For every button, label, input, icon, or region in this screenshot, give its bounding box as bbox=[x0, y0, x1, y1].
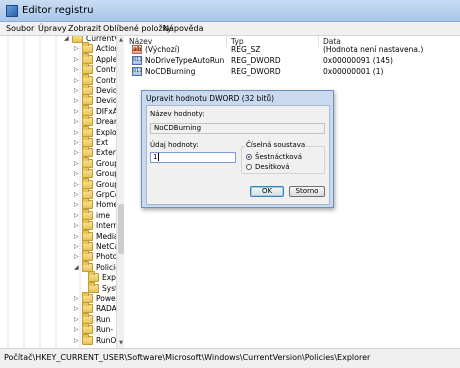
collapsed-arrow-icon[interactable]: ▷ bbox=[74, 149, 80, 156]
menu-upravy[interactable]: Úpravy bbox=[38, 24, 67, 33]
collapsed-arrow-icon[interactable]: ▷ bbox=[74, 233, 80, 240]
folder-icon bbox=[88, 281, 99, 293]
tree-item[interactable]: ▷ RunOn bbox=[0, 333, 123, 347]
tree-item-label: Run bbox=[96, 314, 111, 324]
title-bar: Editor registru bbox=[0, 0, 460, 22]
value-data-input[interactable]: 1 bbox=[150, 152, 236, 163]
collapsed-arrow-icon[interactable]: ▷ bbox=[74, 181, 80, 188]
collapsed-arrow-icon[interactable]: ▷ bbox=[74, 326, 80, 333]
collapsed-arrow-icon[interactable]: ▷ bbox=[74, 66, 80, 73]
scroll-up-arrow-icon[interactable]: ▲ bbox=[118, 37, 124, 44]
collapsed-arrow-icon[interactable]: ▷ bbox=[74, 253, 80, 260]
dialog-title: Upravit hodnotu DWORD (32 bitů) bbox=[146, 94, 275, 103]
collapsed-arrow-icon[interactable]: ▷ bbox=[74, 45, 80, 52]
collapsed-arrow-icon[interactable]: ▷ bbox=[74, 243, 80, 250]
tree-item-label: Ext bbox=[96, 138, 109, 147]
folder-icon bbox=[82, 323, 93, 335]
radio-decimal-label[interactable]: Desítková bbox=[255, 163, 290, 171]
collapsed-arrow-icon[interactable]: ▷ bbox=[74, 118, 80, 125]
folder-icon bbox=[82, 63, 93, 75]
menu-napoveda[interactable]: Nápověda bbox=[163, 24, 204, 33]
tree-item-label: ime bbox=[96, 210, 111, 220]
value-name: NoCDBurning bbox=[145, 67, 196, 76]
collapsed-arrow-icon[interactable] bbox=[80, 285, 86, 292]
collapsed-arrow-icon[interactable]: ▷ bbox=[74, 295, 80, 302]
menu-soubor[interactable]: Soubor bbox=[6, 24, 34, 33]
dialog-body: Název hodnoty: NoCDBurning Údaj hodnoty:… bbox=[146, 105, 330, 205]
collapsed-arrow-icon[interactable]: ▷ bbox=[74, 170, 80, 177]
tree-item-label: Exp bbox=[102, 273, 116, 283]
collapsed-arrow-icon[interactable]: ▷ bbox=[74, 191, 80, 198]
folder-icon bbox=[88, 271, 99, 283]
text-caret bbox=[158, 153, 160, 161]
collapsed-arrow-icon[interactable]: ▷ bbox=[74, 337, 80, 344]
value-type: REG_DWORD bbox=[231, 67, 281, 76]
value-name: NoDriveTypeAutoRun bbox=[145, 56, 225, 65]
value-data: 0x00000091 (145) bbox=[323, 56, 393, 65]
tree-item-label: Run- bbox=[96, 325, 114, 335]
menu-bar: Soubor Úpravy Zobrazit Oblíbené položky … bbox=[0, 22, 460, 36]
folder-icon bbox=[82, 167, 93, 179]
folder-icon bbox=[82, 333, 93, 345]
scroll-down-arrow-icon[interactable]: ▼ bbox=[118, 340, 124, 347]
key-tree[interactable]: ◢ CurrentVer ▷ Action ▷ Applet ▷ Contro ▷ Contro ▷… bbox=[0, 36, 124, 348]
folder-icon bbox=[82, 115, 93, 127]
dword-value-icon: 011 bbox=[132, 56, 143, 65]
expanded-arrow-icon[interactable]: ◢ bbox=[74, 264, 80, 271]
expanded-arrow-icon[interactable]: ◢ bbox=[64, 36, 70, 42]
collapsed-arrow-icon[interactable]: ▷ bbox=[74, 316, 80, 323]
menu-zobrazit[interactable]: Zobrazit bbox=[68, 24, 101, 33]
collapsed-arrow-icon[interactable]: ▷ bbox=[74, 97, 80, 104]
status-path: Počítač\HKEY_CURRENT_USER\Software\Micro… bbox=[4, 353, 371, 362]
regedit-icon bbox=[6, 5, 18, 17]
collapsed-arrow-icon[interactable]: ▷ bbox=[74, 77, 80, 84]
collapsed-arrow-icon[interactable]: ▷ bbox=[74, 129, 80, 136]
collapsed-arrow-icon[interactable]: ▷ bbox=[74, 56, 80, 63]
collapsed-arrow-icon[interactable]: ▷ bbox=[74, 139, 80, 146]
radio-decimal[interactable] bbox=[246, 164, 252, 170]
value-row[interactable]: 011 NoDriveTypeAutoRun REG_DWORD 0x00000… bbox=[125, 55, 460, 66]
value-name: (Výchozí) bbox=[145, 45, 180, 54]
collapsed-arrow-icon[interactable]: ▷ bbox=[74, 305, 80, 312]
edit-dword-dialog: Upravit hodnotu DWORD (32 bitů) Název ho… bbox=[141, 90, 334, 208]
collapsed-arrow-icon[interactable]: ▷ bbox=[74, 108, 80, 115]
value-type: REG_SZ bbox=[231, 45, 261, 54]
value-data-label: Údaj hodnoty: bbox=[150, 141, 199, 149]
base-group-title: Číselná soustava bbox=[245, 141, 307, 149]
status-bar: Počítač\HKEY_CURRENT_USER\Software\Micro… bbox=[0, 348, 460, 368]
radio-hex[interactable] bbox=[246, 154, 252, 160]
cancel-button[interactable]: Storno bbox=[289, 186, 325, 197]
value-data: (Hodnota není nastavena.) bbox=[323, 45, 424, 54]
collapsed-arrow-icon[interactable]: ▷ bbox=[74, 87, 80, 94]
string-value-icon: ab bbox=[132, 45, 142, 54]
scroll-thumb[interactable] bbox=[118, 204, 124, 254]
value-type: REG_DWORD bbox=[231, 56, 281, 65]
collapsed-arrow-icon[interactable]: ▷ bbox=[74, 201, 80, 208]
collapsed-arrow-icon[interactable] bbox=[80, 274, 86, 281]
collapsed-arrow-icon[interactable]: ▷ bbox=[74, 222, 80, 229]
value-data-text: 1 bbox=[153, 153, 158, 161]
window-title: Editor registru bbox=[22, 5, 94, 16]
menu-oblibene[interactable]: Oblíbené položky bbox=[103, 24, 172, 33]
radio-hex-label[interactable]: Šestnáctková bbox=[255, 153, 302, 161]
collapsed-arrow-icon[interactable]: ▷ bbox=[74, 160, 80, 167]
tree-scrollbar[interactable]: ▲ ▼ bbox=[116, 36, 124, 348]
dword-value-icon: 011 bbox=[132, 67, 143, 76]
collapsed-arrow-icon[interactable]: ▷ bbox=[74, 212, 80, 219]
value-data: 0x00000001 (1) bbox=[323, 67, 384, 76]
value-name-label: Název hodnoty: bbox=[150, 110, 205, 118]
value-row[interactable]: ab (Výchozí) REG_SZ (Hodnota není nastav… bbox=[125, 44, 460, 55]
value-row[interactable]: 011 NoCDBurning REG_DWORD 0x00000001 (1) bbox=[125, 66, 460, 77]
folder-icon bbox=[82, 219, 93, 231]
value-name-field: NoCDBurning bbox=[150, 123, 325, 134]
ok-button[interactable]: OK bbox=[250, 186, 284, 197]
